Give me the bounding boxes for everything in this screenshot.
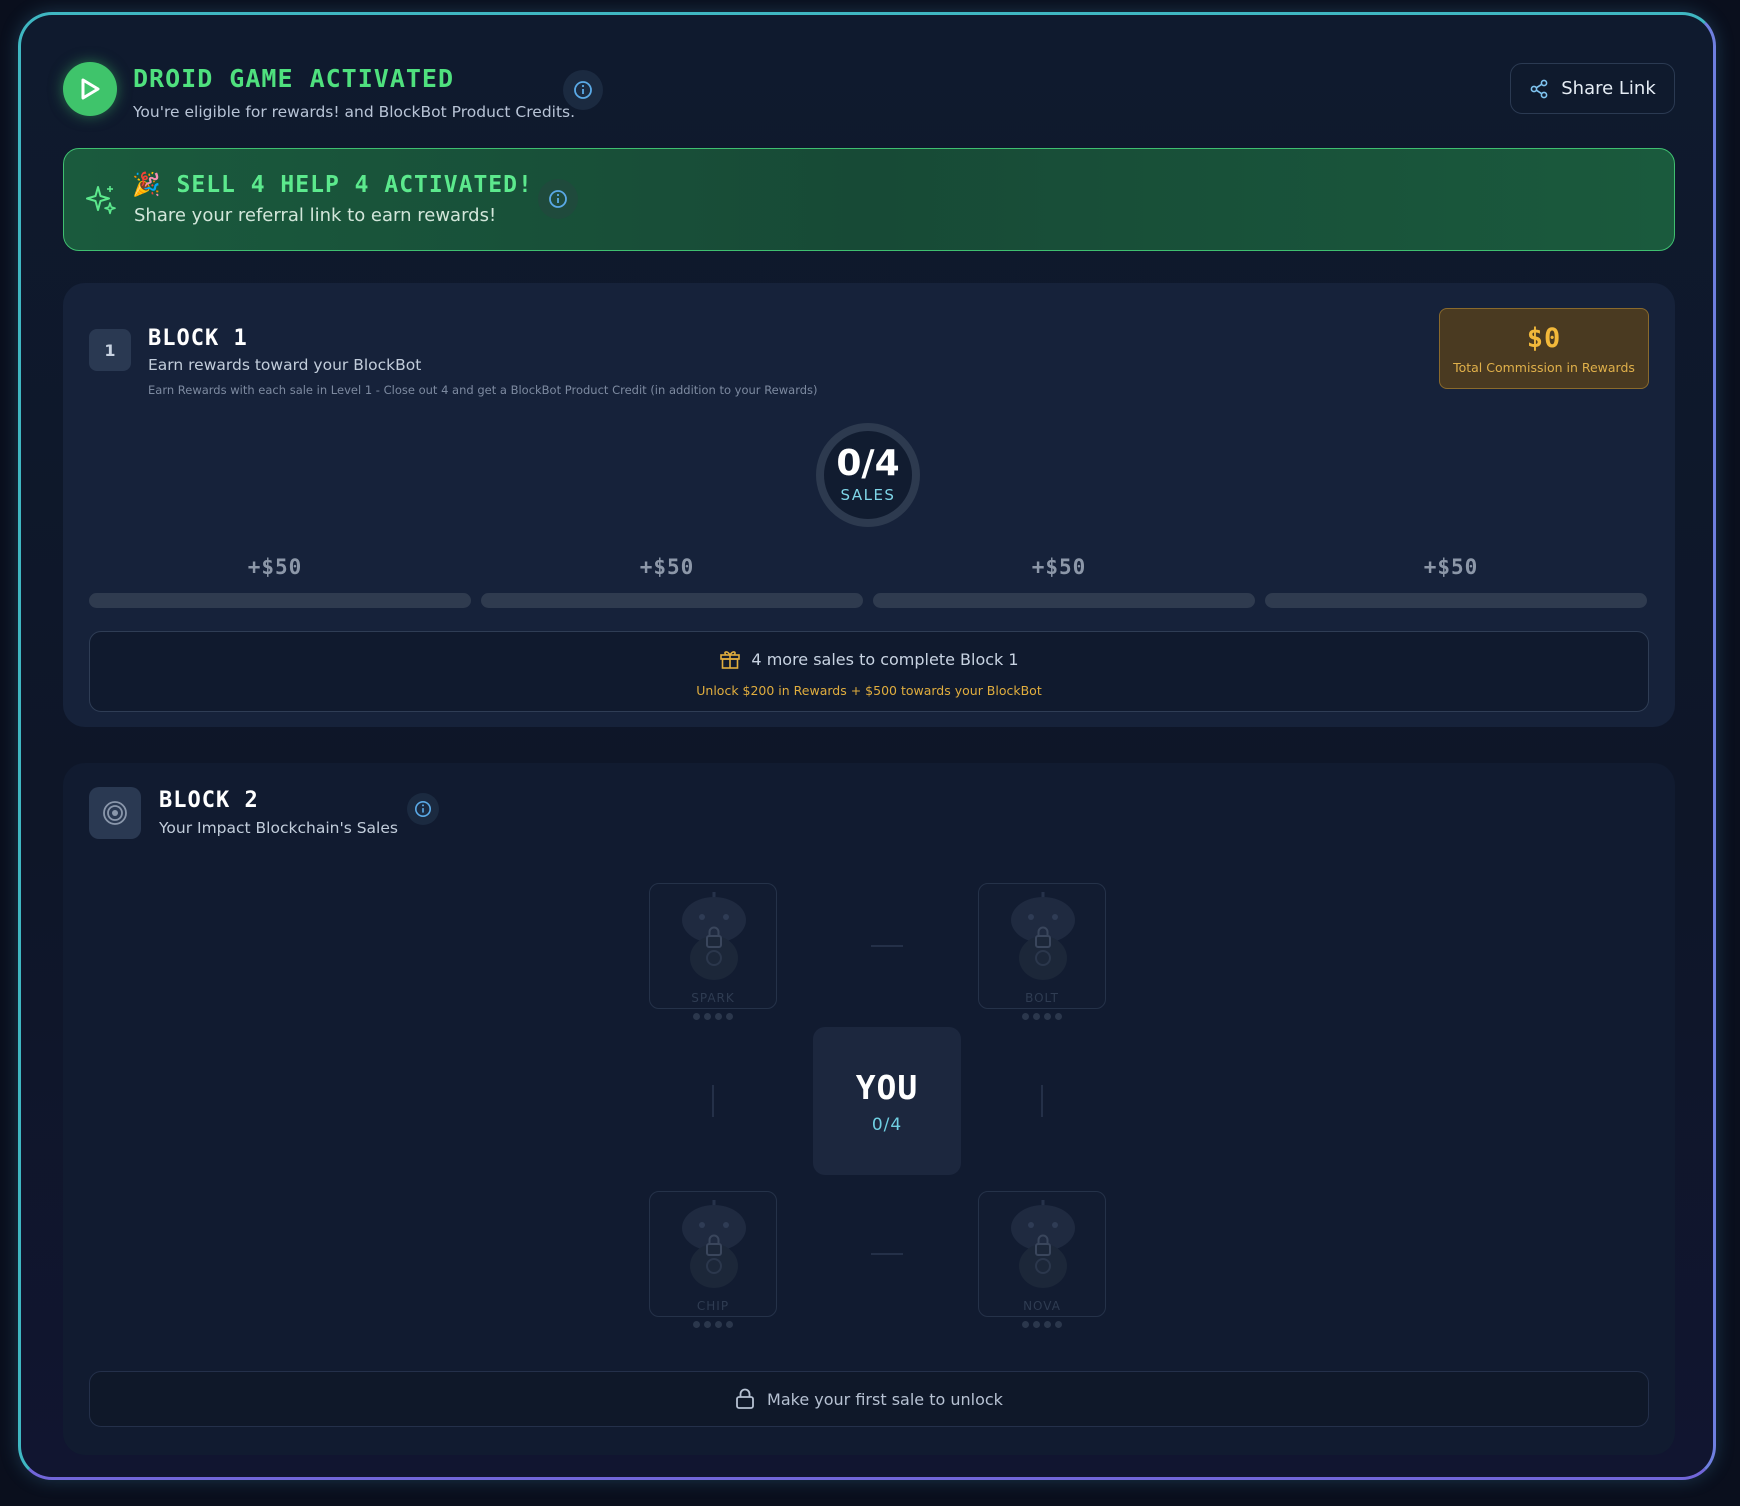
block-1-title: BLOCK 1 [148,326,248,351]
connector-line [871,1253,903,1255]
connector-line [712,1085,714,1117]
sales-progress-ring: 0/4 SALES [816,423,920,527]
game-header: DROID GAME ACTIVATED You're eligible for… [63,60,1675,121]
reward-label: +$50 [639,555,695,579]
target-icon [89,787,141,839]
play-icon[interactable] [63,62,117,116]
droid-name: CHIP [696,1299,730,1313]
droid-dots [979,1321,1105,1328]
connector-line [1041,1085,1043,1117]
robot-icon [1011,892,1075,980]
reward-progress-bar [873,593,1255,608]
banner-subtitle: Share your referral link to earn rewards… [134,205,497,226]
reward-label: +$50 [247,555,303,579]
share-icon [1530,79,1548,98]
block-number-badge: 1 [89,329,131,371]
reward-progress-bar [89,593,471,608]
reward-label: +$50 [1031,555,1087,579]
droid-card-spark: SPARK [649,883,777,1020]
commission-amount: $0 [1526,322,1562,354]
commission-label: Total Commission in Rewards [1453,359,1635,375]
banner-title: 🎉 SELL 4 HELP 4 ACTIVATED! [132,171,533,198]
unlock-rewards-text: Unlock $200 in Rewards + $500 towards yo… [696,683,1042,698]
lock-icon [736,1388,754,1409]
robot-icon [682,892,746,980]
block-1-subtitle: Earn rewards toward your BlockBot [148,356,422,374]
block-2-subtitle: Your Impact Blockchain's Sales [159,819,398,837]
robot-icon [682,1200,746,1288]
robot-icon [1011,1200,1075,1288]
status-text: 4 more sales to complete Block 1 [751,649,1019,669]
sales-label: SALES [840,486,896,504]
droid-card-nova: NOVA [978,1191,1106,1328]
unlock-status-box: Make your first sale to unlock [89,1371,1649,1427]
activation-banner: 🎉 SELL 4 HELP 4 ACTIVATED! Share your re… [63,148,1675,251]
gift-icon [720,651,741,669]
sales-count: 0/4 [836,443,900,484]
droid-dots [979,1013,1105,1020]
info-icon[interactable] [407,793,439,825]
block-1-status-box: 4 more sales to complete Block 1 Unlock … [89,631,1649,712]
you-card: YOU 0/4 [813,1027,961,1175]
unlock-text: Make your first sale to unlock [767,1389,1003,1409]
share-link-label: Share Link [1561,78,1656,99]
block-2-title: BLOCK 2 [159,788,259,813]
droid-game-panel: DROID GAME ACTIVATED You're eligible for… [18,12,1716,1480]
droid-name: NOVA [1023,1299,1061,1313]
share-link-button[interactable]: Share Link [1510,63,1675,114]
banner-title-text: SELL 4 HELP 4 ACTIVATED! [176,172,533,198]
game-subtitle: You're eligible for rewards! and BlockBo… [133,103,576,121]
block-1-note: Earn Rewards with each sale in Level 1 -… [148,383,818,397]
commission-card: $0 Total Commission in Rewards [1439,308,1649,389]
you-sales-count: 0/4 [871,1114,903,1135]
block-1-card: 1 BLOCK 1 Earn rewards toward your Block… [63,283,1675,727]
party-emoji: 🎉 [132,172,162,198]
you-label: YOU [855,1067,919,1107]
droid-dots [650,1321,776,1328]
reward-progress-bar [1265,593,1647,608]
droid-name: BOLT [1025,991,1059,1005]
block-2-card: BLOCK 2 Your Impact Blockchain's Sales S… [63,763,1675,1455]
droid-name: SPARK [691,991,735,1005]
reward-label: +$50 [1423,555,1479,579]
droid-card-bolt: BOLT [978,883,1106,1020]
connector-line [871,945,903,947]
droid-dots [650,1013,776,1020]
sparkles-icon [86,183,116,221]
info-icon[interactable] [563,70,603,110]
droid-card-chip: CHIP [649,1191,777,1328]
game-title: DROID GAME ACTIVATED [133,64,455,93]
reward-progress-bar [481,593,863,608]
info-icon[interactable] [538,179,578,219]
status-line: 4 more sales to complete Block 1 [90,649,1648,669]
